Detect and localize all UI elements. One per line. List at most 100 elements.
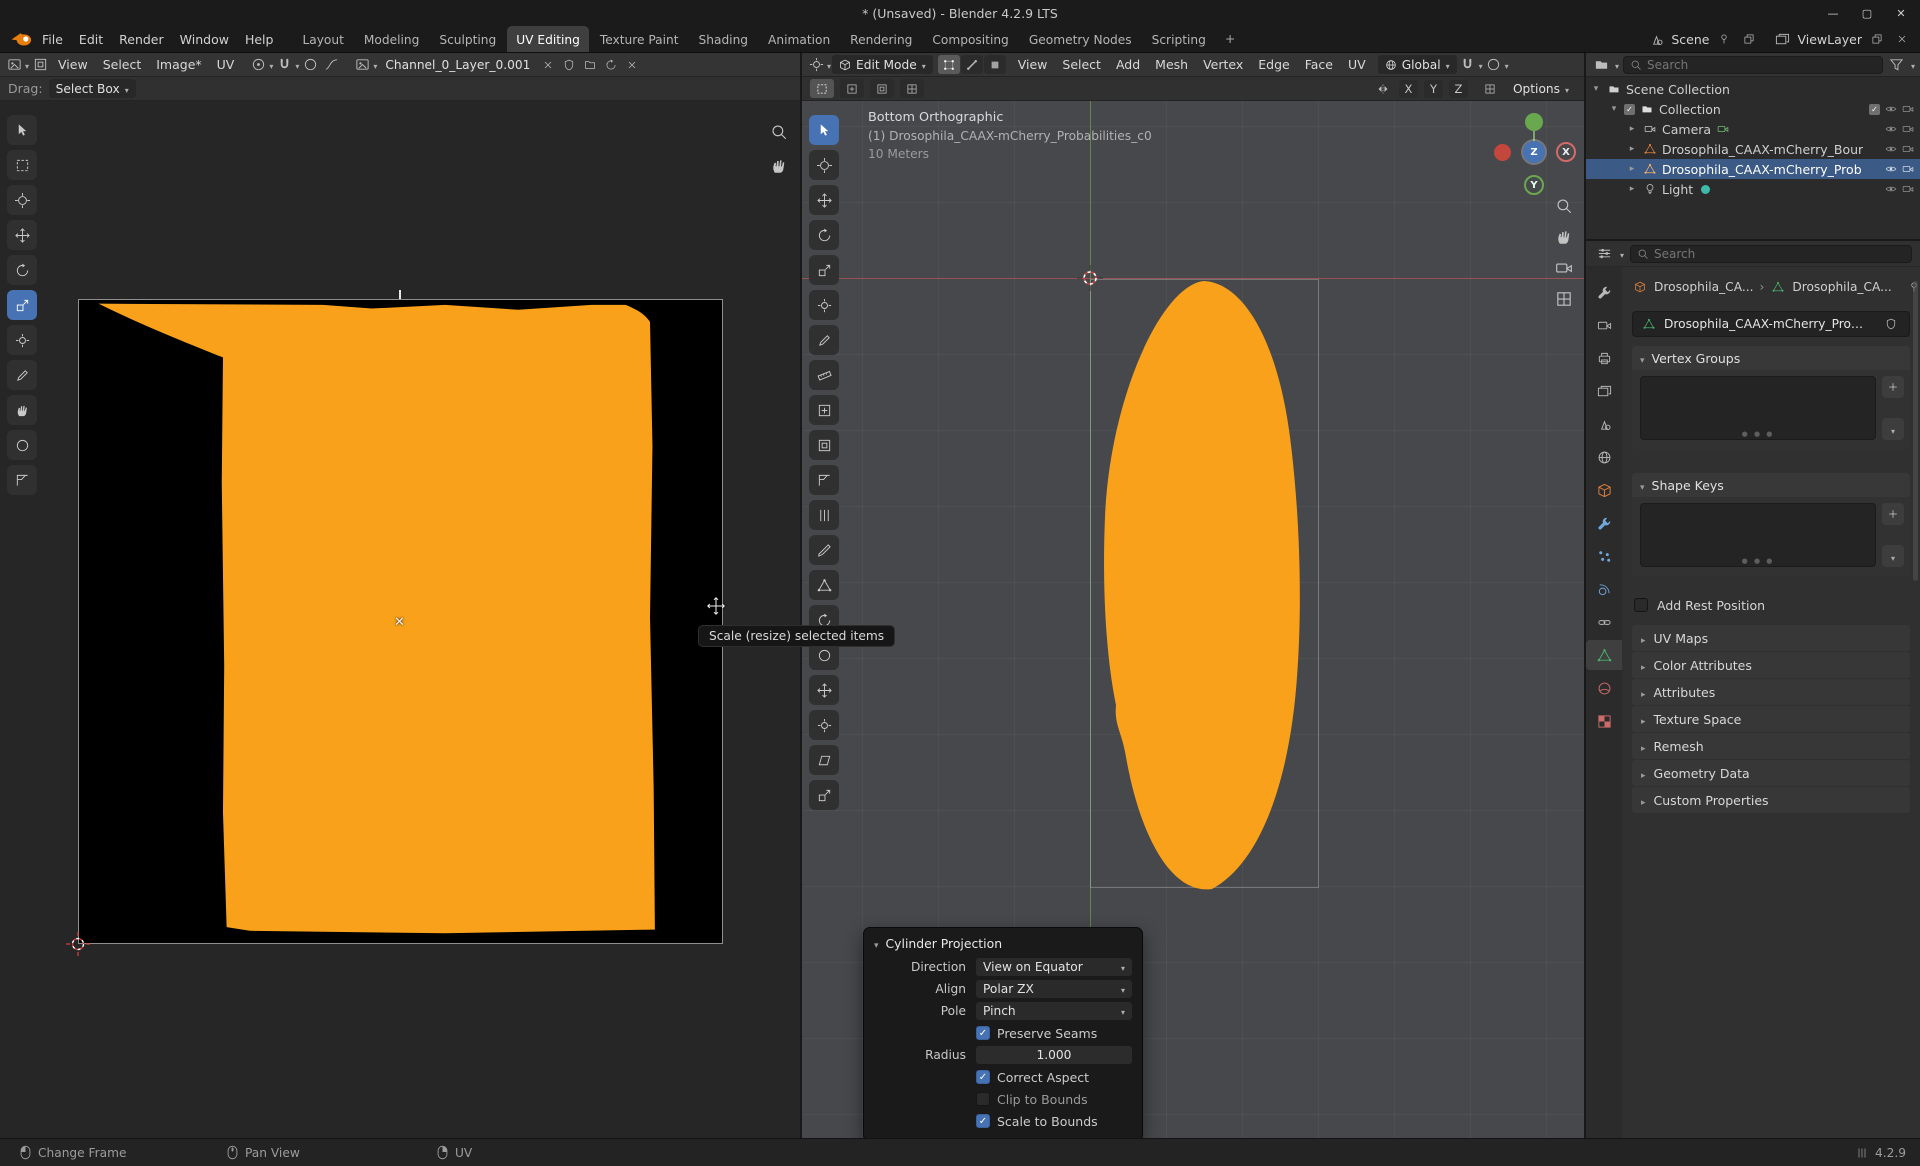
vp-tool-scale-button[interactable] (809, 255, 839, 285)
workspace-tab-layout[interactable]: Layout (293, 26, 352, 52)
vp-tool-rotate-button[interactable] (809, 220, 839, 250)
uv-proportional-edit-icon[interactable] (300, 55, 320, 75)
tab-constraints[interactable] (1586, 607, 1622, 637)
tab-output[interactable] (1586, 343, 1622, 373)
outliner-search[interactable] (1623, 56, 1883, 74)
navigation-gizmo[interactable]: Z X Y (1494, 109, 1584, 205)
uv-tool-tweak-button[interactable] (7, 115, 37, 145)
mode-dropdown[interactable]: Edit Mode (832, 55, 933, 74)
vp-tool-transform-button[interactable] (809, 290, 839, 320)
viewport-editor-type-icon[interactable] (806, 55, 826, 75)
breadcrumb-object-name[interactable]: Drosophila_CA... (1654, 280, 1753, 294)
hide-in-viewport-icon[interactable] (1885, 143, 1897, 155)
hide-in-viewport-icon[interactable] (1885, 123, 1897, 135)
breadcrumb-data-name[interactable]: Drosophila_CA... (1792, 280, 1891, 294)
properties-editor-type-icon[interactable] (1594, 244, 1614, 264)
uv-tool-select-box-button[interactable] (7, 150, 37, 180)
vp-menu-vertex[interactable]: Vertex (1196, 57, 1250, 72)
collection-exclude-checkbox[interactable] (1869, 104, 1880, 115)
uv-image-name[interactable]: Channel_0_Layer_0.001 (378, 55, 537, 74)
orthographic-toggle-icon[interactable] (1555, 290, 1573, 308)
vertex-groups-panel-header[interactable]: Vertex Groups (1632, 346, 1910, 370)
uv-menu-uv[interactable]: UV (210, 57, 242, 72)
uv-image-reload-icon[interactable] (601, 55, 621, 75)
camera-view-icon[interactable] (1555, 259, 1573, 277)
vp-menu-edge[interactable]: Edge (1251, 57, 1296, 72)
remove-viewlayer-icon[interactable] (1892, 29, 1912, 49)
gizmo-minus-x-ball[interactable] (1494, 144, 1511, 161)
browse-viewlayer-icon[interactable] (1772, 29, 1792, 49)
viewlayer-name[interactable]: ViewLayer (1797, 32, 1862, 47)
snap-options-icon[interactable] (1480, 79, 1500, 99)
attributes-panel-header[interactable]: Attributes (1632, 679, 1910, 705)
scene-name[interactable]: Scene (1671, 32, 1709, 47)
options-dropdown[interactable]: Options (1506, 79, 1576, 98)
add-rest-position-checkbox[interactable] (1634, 598, 1648, 612)
tab-particles[interactable] (1586, 541, 1622, 571)
uv-image-browse-icon[interactable] (352, 55, 372, 75)
vp-menu-add[interactable]: Add (1109, 57, 1147, 72)
vp-tool-shear-button[interactable] (809, 745, 839, 775)
hide-in-viewport-icon[interactable] (1885, 183, 1897, 195)
geometry-data-panel-header[interactable]: Geometry Data (1632, 760, 1910, 786)
uv-snap-chevron-icon[interactable] (295, 57, 299, 72)
gizmo-axis-ball-green[interactable] (1525, 113, 1543, 131)
radius-field[interactable]: 1.000 (976, 1046, 1132, 1064)
shape-keys-panel-header[interactable]: Shape Keys (1632, 473, 1910, 497)
3d-cursor[interactable] (1077, 265, 1103, 294)
workspace-tab-modeling[interactable]: Modeling (355, 26, 428, 52)
vp-tool-annotate-button[interactable] (809, 325, 839, 355)
uv-pivot-icon[interactable] (248, 55, 268, 75)
menu-help[interactable]: Help (237, 29, 282, 50)
shape-keys-list[interactable]: ● ● ● (1640, 503, 1876, 567)
vp-tool-move-button[interactable] (809, 185, 839, 215)
disable-in-renders-icon[interactable] (1902, 123, 1914, 135)
uv-2d-cursor[interactable] (66, 932, 90, 959)
tab-world[interactable] (1586, 442, 1622, 472)
operator-panel-header[interactable]: Cylinder Projection (874, 931, 1132, 956)
vp-proportional-edit-icon[interactable] (1484, 55, 1504, 75)
uv-tool-scale-button[interactable] (7, 290, 37, 320)
maximize-button[interactable]: ▢ (1860, 6, 1874, 20)
menu-window[interactable]: Window (172, 29, 237, 50)
vp-menu-uv[interactable]: UV (1341, 57, 1373, 72)
uv-tool-move-button[interactable] (7, 220, 37, 250)
vp-tool-measure-button[interactable] (809, 360, 839, 390)
add-vertex-group-button[interactable] (1882, 376, 1904, 398)
remesh-panel-header[interactable]: Remesh (1632, 733, 1910, 759)
close-button[interactable]: ✕ (1894, 6, 1908, 20)
workspace-tab-shading[interactable]: Shading (690, 26, 758, 52)
outliner-row-scene-collection[interactable]: Scene Collection (1586, 79, 1920, 99)
direction-dropdown[interactable]: View on Equator (976, 958, 1132, 976)
uv-pivot-chevron-icon[interactable] (269, 57, 273, 72)
uv-image-unlink-icon[interactable] (538, 55, 558, 75)
disable-in-renders-icon[interactable] (1902, 143, 1914, 155)
mirror-z-toggle[interactable]: Z (1449, 80, 1468, 98)
uv-canvas[interactable]: ✕ (0, 101, 800, 1138)
mirror-x-toggle[interactable]: X (1399, 80, 1418, 98)
tab-material[interactable] (1586, 673, 1622, 703)
viewport-canvas[interactable]: Bottom Orthographic (1) Drosophila_CAAX-… (802, 101, 1584, 1138)
tab-tool[interactable] (1586, 277, 1622, 307)
drag-mode-dropdown[interactable]: Select Box (49, 79, 136, 98)
fake-user-icon[interactable] (1881, 314, 1901, 334)
uv-display-mode-icon[interactable] (30, 55, 50, 75)
cylinder-projection-panel[interactable]: Cylinder Projection Direction View on Eq… (863, 927, 1143, 1138)
gizmo-z-axis-ball[interactable]: Z (1523, 141, 1545, 163)
outliner-options-chevron-icon[interactable] (1911, 57, 1915, 72)
uv-image-pack-icon[interactable] (559, 55, 579, 75)
menu-file[interactable]: File (34, 29, 71, 50)
uv-tool-relax-button[interactable] (7, 430, 37, 460)
datablock-name-field[interactable]: Drosophila_CAAX-mCherry_Probabilitie... (1632, 311, 1910, 337)
scale-to-bounds-checkbox[interactable] (976, 1114, 990, 1128)
tab-render[interactable] (1586, 310, 1622, 340)
pole-dropdown[interactable]: Pinch (976, 1002, 1132, 1020)
browse-scene-icon[interactable] (1646, 29, 1666, 49)
zoom-icon[interactable] (1555, 197, 1573, 215)
outliner-row-collection[interactable]: Collection (1586, 99, 1920, 119)
outliner-search-input[interactable] (1647, 58, 1876, 72)
vp-snap-magnet-icon[interactable] (1458, 55, 1478, 75)
outliner-row-light[interactable]: Light (1586, 179, 1920, 199)
tab-texture[interactable] (1586, 706, 1622, 736)
pin-scene-icon[interactable] (1714, 29, 1734, 49)
